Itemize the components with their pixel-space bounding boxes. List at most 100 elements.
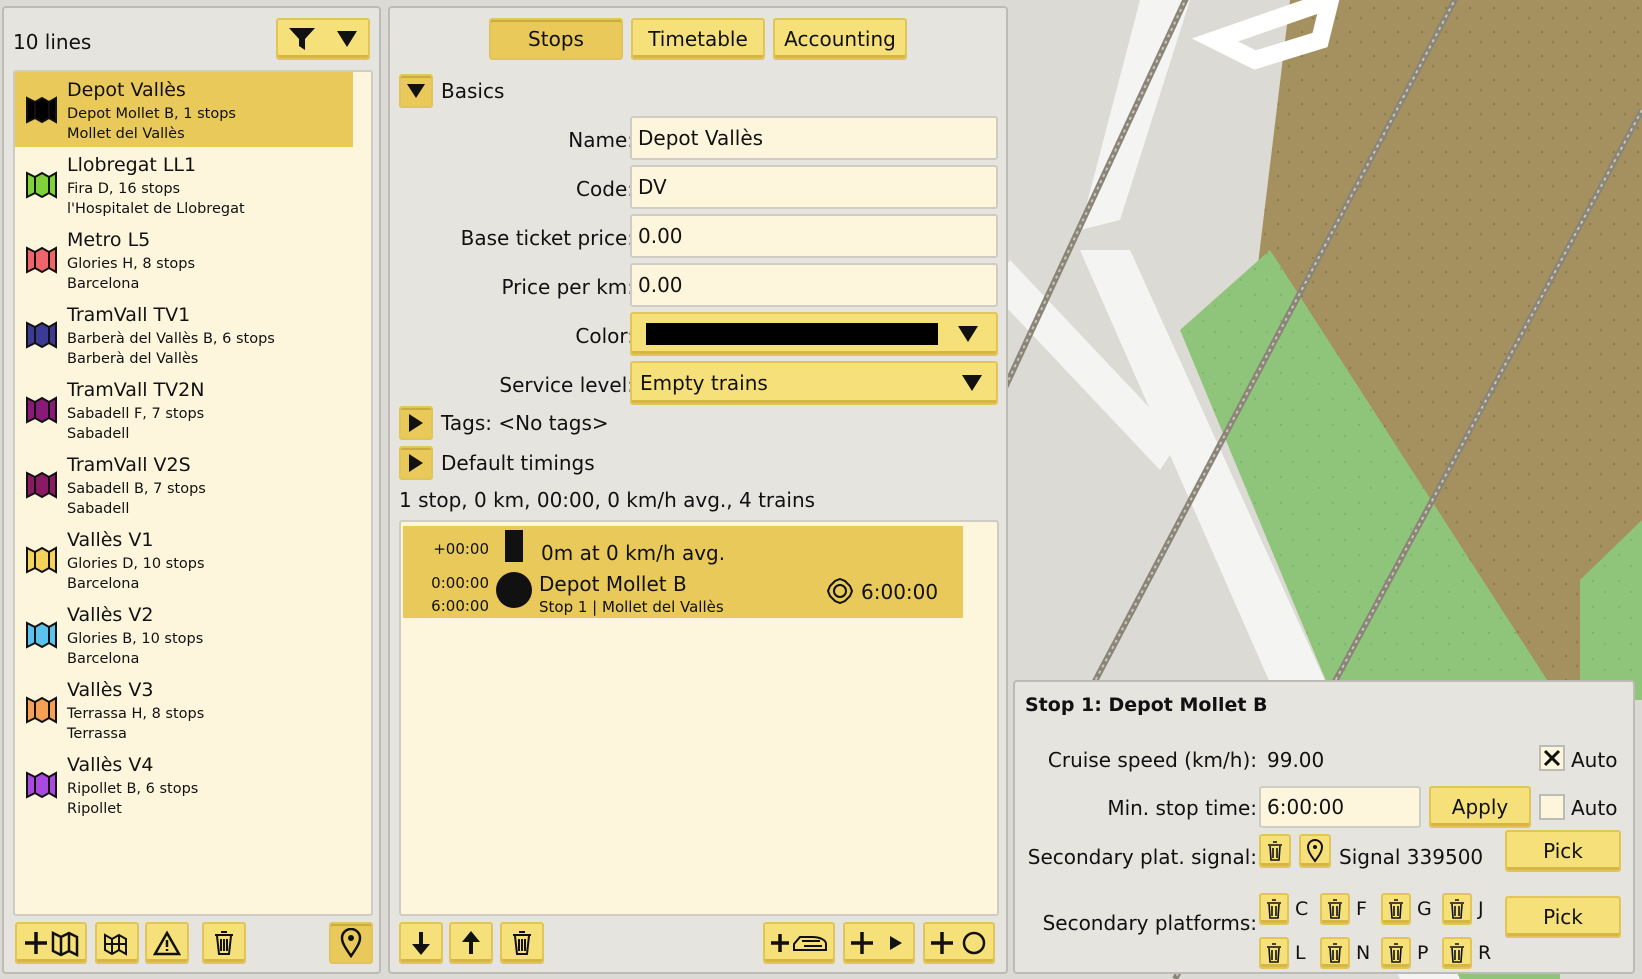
add-line-button[interactable] bbox=[15, 922, 87, 964]
line-list-item[interactable]: Metro L5 Glories H, 8 stops Barcelona bbox=[15, 222, 371, 297]
filter-button[interactable] bbox=[276, 18, 370, 60]
service-level-dropdown[interactable]: Empty trains bbox=[630, 361, 998, 405]
warning-button[interactable] bbox=[145, 922, 189, 964]
line-sub: Glories H, 8 stops bbox=[67, 256, 196, 272]
segment-bar bbox=[505, 530, 523, 562]
add-train-button[interactable] bbox=[763, 922, 835, 964]
line-map-icon bbox=[25, 469, 59, 501]
name-field-value: Depot Vallès bbox=[638, 126, 764, 150]
remove-platform-button[interactable] bbox=[1442, 937, 1472, 969]
platform-letter: C bbox=[1295, 898, 1309, 920]
trash-icon bbox=[1449, 899, 1465, 919]
arrival-time: 0:00:00 bbox=[431, 574, 489, 592]
segment-text: 0m at 0 km/h avg. bbox=[541, 541, 726, 565]
platform-letter: L bbox=[1295, 942, 1306, 964]
line-list-item[interactable]: Depot Vallès Depot Mollet B, 1 stops Molle… bbox=[15, 72, 353, 147]
clear-signal-button[interactable] bbox=[1259, 834, 1291, 868]
remove-platform-button[interactable] bbox=[1259, 937, 1289, 969]
delete-stop-button[interactable] bbox=[500, 922, 544, 964]
remove-platform-button[interactable] bbox=[1259, 893, 1289, 925]
stop-row[interactable]: +00:00 0m at 0 km/h avg. 0:00:00 6:00:00… bbox=[403, 526, 963, 618]
base-ticket-price-field[interactable]: 0.00 bbox=[630, 214, 998, 258]
line-list-item[interactable]: TramVall V2S Sabadell B, 7 stops Sabadell bbox=[15, 447, 371, 522]
line-sub: Barberà del Vallès B, 6 stops bbox=[67, 331, 275, 347]
add-stop-button[interactable] bbox=[923, 922, 995, 964]
timings-expand-toggle[interactable] bbox=[399, 446, 433, 480]
lines-list: Depot Vallès Depot Mollet B, 1 stops Molle… bbox=[13, 70, 373, 916]
basics-expand-toggle[interactable] bbox=[399, 74, 433, 108]
platform-letter: G bbox=[1417, 898, 1432, 920]
line-list-item[interactable]: Vallès V4 Ripollet B, 6 stops Ripollet bbox=[15, 747, 371, 822]
remove-platform-button[interactable] bbox=[1320, 893, 1350, 925]
line-name: TramVall TV1 bbox=[67, 304, 191, 326]
chevron-down-icon bbox=[960, 373, 984, 393]
remove-platform-button[interactable] bbox=[1442, 893, 1472, 925]
locate-line-button[interactable] bbox=[329, 922, 373, 964]
secondary-platforms-label: Secondary platforms: bbox=[1042, 911, 1257, 935]
remove-platform-button[interactable] bbox=[1381, 893, 1411, 925]
trash-icon bbox=[1267, 841, 1283, 861]
name-field[interactable]: Depot Vallès bbox=[630, 116, 998, 160]
platform-item: F bbox=[1320, 892, 1367, 926]
add-and-continue-button[interactable] bbox=[843, 922, 915, 964]
default-timings-label: Default timings bbox=[441, 451, 595, 475]
add-forward-icon bbox=[848, 928, 910, 958]
line-list-item[interactable]: TramVall TV1 Barberà del Vallès B, 6 stop… bbox=[15, 297, 371, 372]
price-per-km-value: 0.00 bbox=[638, 273, 683, 297]
line-map-icon bbox=[25, 769, 59, 801]
color-dropdown[interactable] bbox=[630, 312, 998, 356]
tab-timetable[interactable]: Timetable bbox=[631, 18, 765, 60]
signal-name: Signal 339500 bbox=[1339, 845, 1484, 869]
tab-stops[interactable]: Stops bbox=[489, 18, 623, 60]
wait-time: 6:00:00 bbox=[861, 580, 939, 604]
minstop-auto-checkbox[interactable] bbox=[1539, 794, 1565, 820]
price-per-km-label: Price per km: bbox=[501, 275, 634, 299]
cruise-speed-value: 99.00 bbox=[1267, 748, 1325, 772]
move-down-button[interactable] bbox=[399, 922, 443, 964]
tab-accounting[interactable]: Accounting bbox=[773, 18, 907, 60]
line-sub: Ripollet B, 6 stops bbox=[67, 781, 199, 797]
tags-expand-toggle[interactable] bbox=[399, 406, 433, 440]
line-city: Mollet del Vallès bbox=[67, 126, 185, 142]
stop-panel-title: Stop 1: Depot Mollet B bbox=[1025, 694, 1268, 716]
trash-icon bbox=[1327, 943, 1343, 963]
line-name: Llobregat LL1 bbox=[67, 154, 197, 176]
line-list-item[interactable]: Llobregat LL1 Fira D, 16 stops l'Hospitale… bbox=[15, 147, 371, 222]
locate-signal-button[interactable] bbox=[1299, 834, 1331, 868]
line-editor-panel: Stops Timetable Accounting Basics Name: … bbox=[388, 6, 1008, 974]
chevron-down-icon bbox=[956, 324, 980, 344]
color-swatch bbox=[646, 323, 938, 345]
min-stop-time-value: 6:00:00 bbox=[1267, 795, 1345, 819]
line-list-item[interactable]: Vallès V1 Glories D, 10 stops Barcelona bbox=[15, 522, 371, 597]
trash-icon bbox=[1266, 943, 1282, 963]
map-lines-button[interactable] bbox=[95, 922, 139, 964]
platform-item: C bbox=[1259, 892, 1308, 926]
name-label: Name: bbox=[568, 128, 634, 152]
line-name: Vallès V1 bbox=[67, 529, 154, 551]
line-list-item[interactable]: Vallès V3 Terrassa H, 8 stops Terrassa bbox=[15, 672, 371, 747]
minstop-auto-label: Auto bbox=[1571, 796, 1618, 820]
pick-signal-button[interactable]: Pick bbox=[1505, 830, 1621, 872]
line-map-icon bbox=[25, 619, 59, 651]
platform-letter: R bbox=[1478, 942, 1492, 964]
cruise-auto-checkbox[interactable] bbox=[1539, 745, 1565, 771]
departure-time: 6:00:00 bbox=[431, 597, 489, 615]
price-per-km-field[interactable]: 0.00 bbox=[630, 263, 998, 307]
line-map-icon bbox=[25, 394, 59, 426]
line-list-item[interactable]: TramVall TV2N Sabadell F, 7 stops Sabadell bbox=[15, 372, 371, 447]
apply-button[interactable]: Apply bbox=[1429, 786, 1531, 828]
stop-sub: Stop 1 | Mollet del Vallès bbox=[539, 598, 724, 616]
pick-platforms-button[interactable]: Pick bbox=[1505, 896, 1621, 938]
cruise-auto-label: Auto bbox=[1571, 748, 1618, 772]
delete-line-button[interactable] bbox=[202, 922, 246, 964]
line-list-item[interactable]: Vallès V2 Glories B, 10 stops Barcelona bbox=[15, 597, 371, 672]
remove-platform-button[interactable] bbox=[1320, 937, 1350, 969]
code-field[interactable]: DV bbox=[630, 165, 998, 209]
remove-platform-button[interactable] bbox=[1381, 937, 1411, 969]
line-name: Metro L5 bbox=[67, 229, 151, 251]
min-stop-time-field[interactable]: 6:00:00 bbox=[1259, 786, 1421, 828]
move-up-button[interactable] bbox=[449, 922, 493, 964]
line-sub: Sabadell B, 7 stops bbox=[67, 481, 206, 497]
add-stop-icon bbox=[928, 928, 990, 958]
platform-letter: N bbox=[1356, 942, 1371, 964]
